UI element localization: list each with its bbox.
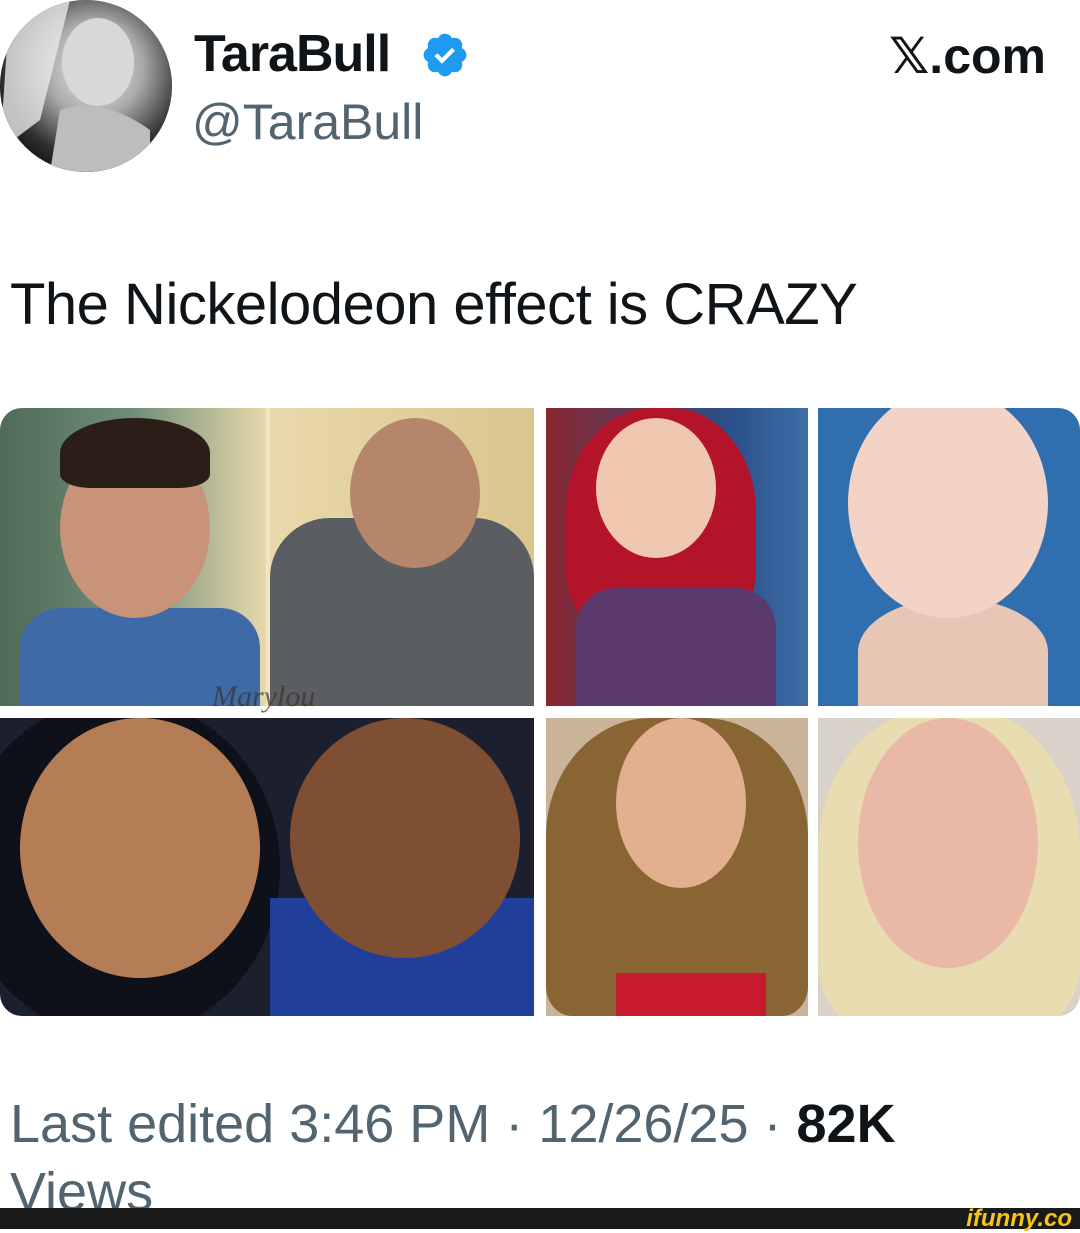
photo-5-top (616, 973, 766, 1016)
photo-2-top (576, 588, 776, 706)
photo-5-face (616, 718, 746, 888)
photo-4-left-face (20, 718, 260, 978)
photo-6-face (858, 718, 1038, 968)
avatar-image (0, 0, 172, 172)
media-photo-5[interactable] (546, 718, 808, 1016)
photo-3-face (848, 408, 1048, 618)
edited-timestamp[interactable]: Last edited 3:46 PM · 12/26/25 · (10, 1094, 781, 1154)
verified-badge-icon (423, 33, 467, 77)
media-watermark: Marylou (212, 680, 316, 713)
photo-1-right-face (350, 418, 480, 568)
author-handle[interactable]: @TaraBull (192, 94, 423, 150)
views-count: 82K (796, 1094, 896, 1154)
photo-1-divider (266, 408, 270, 706)
media-photo-4[interactable] (0, 718, 534, 1016)
media-grid[interactable] (0, 408, 1080, 1016)
photo-2-face (596, 418, 716, 558)
photo-4-right-face (290, 718, 520, 958)
media-photo-3[interactable] (818, 408, 1080, 706)
tweet-text: The Nickelodeon effect is CRAZY (10, 272, 858, 337)
media-photo-6[interactable] (818, 718, 1080, 1016)
footer-bar (0, 1208, 1080, 1229)
author-avatar[interactable] (0, 0, 172, 172)
tweet-meta: Last edited 3:46 PM · 12/26/25 · 82K Vie… (10, 1090, 1070, 1226)
media-photo-2[interactable] (546, 408, 808, 706)
site-label: 𝕏.com (889, 28, 1046, 84)
photo-1-left-hair (60, 418, 210, 488)
author-name[interactable]: TaraBull (194, 26, 391, 82)
media-photo-1[interactable] (0, 408, 534, 706)
